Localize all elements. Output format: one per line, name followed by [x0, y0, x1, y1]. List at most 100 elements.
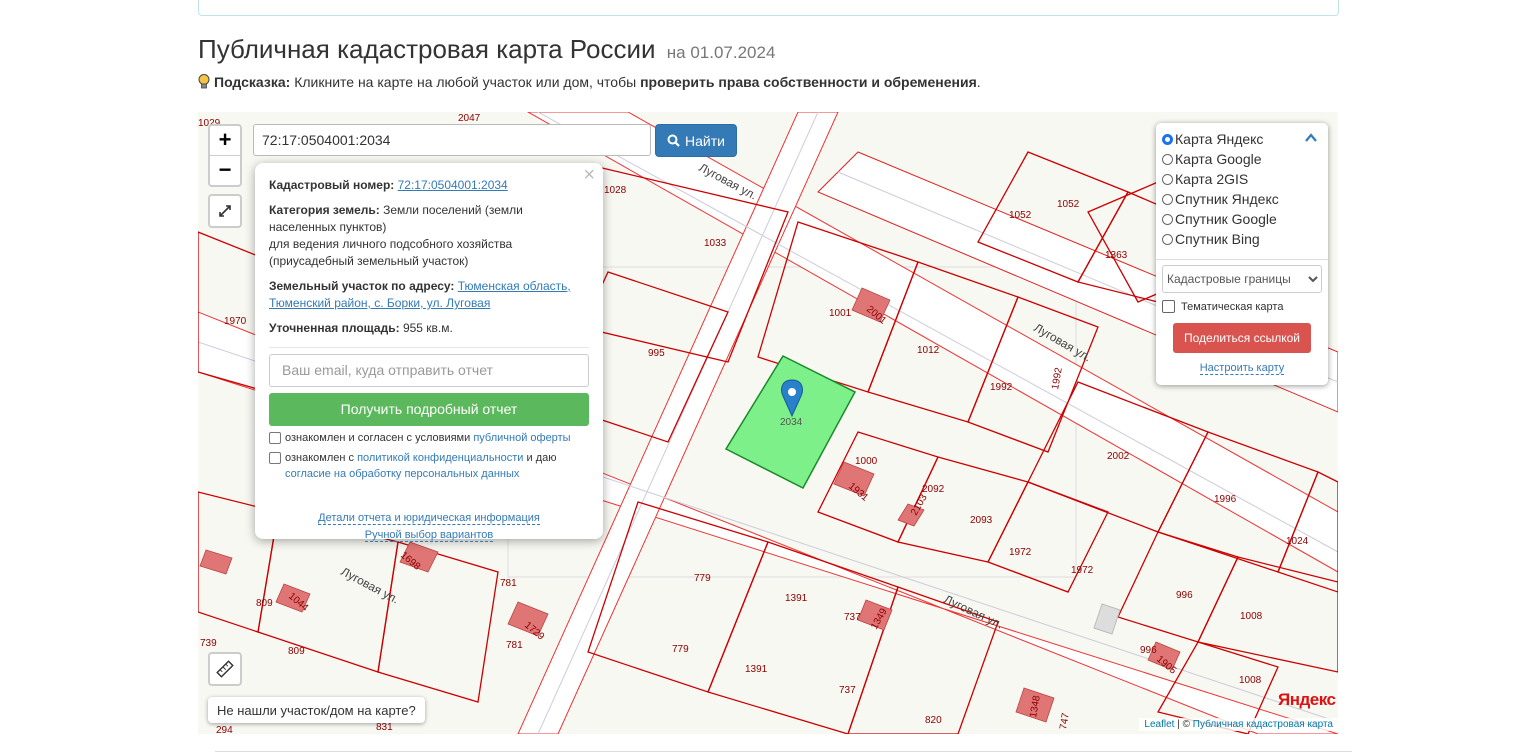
- top-info-box: [198, 0, 1339, 16]
- parcel-label: 1033: [704, 238, 727, 249]
- expand-icon: [219, 205, 231, 217]
- parcel-label: 809: [288, 646, 305, 657]
- parcel-label: 2092: [922, 484, 945, 495]
- parcel-label: 737: [844, 612, 861, 623]
- layer-label: Спутник Google: [1175, 211, 1277, 227]
- thematic-toggle[interactable]: Тематическая карта: [1162, 300, 1322, 313]
- source-link[interactable]: Публичная кадастровая карта: [1193, 719, 1333, 730]
- page-title-text: Публичная кадастровая карта России: [198, 34, 656, 64]
- not-found-button[interactable]: Не нашли участок/дом на карте?: [208, 697, 425, 723]
- footer-divider: [215, 751, 1352, 752]
- area-label: Уточненная площадь:: [269, 321, 400, 335]
- parcel-label: 831: [376, 722, 393, 733]
- parcel-label: 1024: [1286, 536, 1309, 547]
- measure-button[interactable]: [208, 652, 242, 686]
- ruler-icon: [216, 660, 234, 678]
- consent-link[interactable]: согласие на обработку персональных данны…: [285, 468, 519, 480]
- hint-label: Подсказка:: [214, 74, 291, 90]
- parcel-label: 1972: [1009, 547, 1032, 558]
- parcel-label: 1012: [917, 345, 940, 356]
- layer-option-yandex-map[interactable]: Карта Яндекс: [1162, 129, 1322, 149]
- layers-panel: Карта Яндекс Карта Google Карта 2GIS Спу…: [1156, 123, 1328, 385]
- setup: Настроить карту: [1162, 362, 1322, 375]
- parcel-label: 1008: [1240, 611, 1263, 622]
- privacy-checkbox[interactable]: [269, 452, 281, 464]
- get-report-button[interactable]: Получить подробный отчет: [269, 393, 589, 426]
- radio-icon: [1162, 233, 1173, 245]
- attribution-sep: | ©: [1174, 719, 1193, 730]
- search-input[interactable]: [253, 124, 651, 156]
- layer-option-bing-satellite[interactable]: Спутник Bing: [1162, 229, 1322, 249]
- privacy-agreement: ознакомлен с политикой конфиденциальност…: [269, 450, 589, 482]
- layer-option-yandex-satellite[interactable]: Спутник Яндекс: [1162, 189, 1322, 209]
- hint: Подсказка: Кликните на карте на любой уч…: [198, 74, 981, 90]
- zoom-out-button[interactable]: −: [210, 155, 240, 185]
- close-icon[interactable]: ×: [583, 165, 595, 185]
- privacy-text: ознакомлен с: [285, 452, 355, 464]
- radio-icon: [1162, 173, 1173, 185]
- offer-text: ознакомлен и согласен с условиями: [285, 432, 471, 444]
- parcel-label: 996: [1176, 590, 1193, 601]
- zoom-control: + −: [208, 124, 242, 187]
- search-button[interactable]: Найти: [655, 124, 737, 157]
- use-value: для ведения личного подсобного хозяйства…: [269, 237, 513, 268]
- privacy-mid: и даю: [526, 452, 557, 464]
- parcel-label: 2103: [909, 492, 930, 517]
- search-button-label: Найти: [685, 132, 725, 149]
- parcel-label: 1052: [1009, 210, 1032, 221]
- setup-map-link[interactable]: Настроить карту: [1199, 362, 1285, 375]
- parcel-label: 779: [672, 644, 689, 655]
- layer-label: Карта 2GIS: [1175, 171, 1249, 187]
- radio-icon: [1162, 193, 1173, 205]
- cadastral-map[interactable]: 2034 Луговая ул. Луговая ул. Луговая ул.…: [198, 112, 1338, 734]
- privacy-link[interactable]: политикой конфиденциальности: [357, 452, 523, 464]
- area-value: 955 кв.м.: [402, 321, 453, 335]
- parcel-popup: × Кадастровый номер: 72:17:0504001:2034 …: [255, 163, 603, 542]
- address: Земельный участок по адресу: Тюменская о…: [269, 278, 589, 312]
- parcel-label: 996: [1140, 645, 1157, 656]
- layer-option-google-satellite[interactable]: Спутник Google: [1162, 209, 1322, 229]
- parcel-label: 995: [648, 348, 665, 359]
- popup-links: Детали отчета и юридическая информация Р…: [269, 510, 589, 544]
- overlay-select[interactable]: Кадастровые границы: [1162, 265, 1322, 293]
- offer-checkbox[interactable]: [269, 432, 281, 444]
- cadastral-link[interactable]: 72:17:0504001:2034: [398, 178, 508, 192]
- zoom-in-button[interactable]: +: [210, 126, 240, 155]
- chevron-up-icon[interactable]: [1304, 131, 1318, 145]
- radio-icon: [1162, 213, 1173, 225]
- layer-option-2gis-map[interactable]: Карта 2GIS: [1162, 169, 1322, 189]
- layer-label: Карта Яндекс: [1175, 131, 1264, 147]
- leaflet-link[interactable]: Leaflet: [1144, 719, 1174, 730]
- parcel-label: 2047: [458, 113, 481, 124]
- fullscreen-button[interactable]: [208, 194, 242, 228]
- parcel-label: 1391: [785, 593, 808, 604]
- page-date: на 01.07.2024: [666, 43, 776, 62]
- layer-option-google-map[interactable]: Карта Google: [1162, 149, 1322, 169]
- layer-label: Спутник Bing: [1175, 231, 1260, 247]
- thematic-checkbox[interactable]: [1162, 300, 1175, 313]
- lightbulb-icon: [198, 74, 210, 89]
- offer-link[interactable]: публичной оферты: [473, 432, 570, 444]
- land-category: Категория земель: Земли поселений (земли…: [269, 202, 589, 270]
- parcel-label: 1000: [855, 456, 878, 467]
- share-link-button[interactable]: Поделиться ссылкой: [1173, 323, 1311, 353]
- attribution: Leaflet | © Публичная кадастровая карта: [1139, 718, 1338, 731]
- parcel-label: 1972: [1071, 565, 1094, 576]
- email-field[interactable]: Ваш email, куда отправить отчет: [269, 354, 589, 387]
- parcel-label: 1008: [1239, 675, 1262, 686]
- hint-strong: проверить права собственности и обремене…: [640, 74, 977, 90]
- hint-end: .: [976, 74, 981, 90]
- parcel-label: 1028: [604, 185, 627, 196]
- parcel-label: 779: [694, 573, 711, 584]
- cadastral-label: Кадастровый номер:: [269, 178, 395, 192]
- parcel-label: 2002: [1107, 451, 1130, 462]
- details-link[interactable]: Детали отчета и юридическая информация: [318, 512, 540, 525]
- parcel-label: 1391: [745, 664, 768, 675]
- page-title: Публичная кадастровая карта России на 01…: [198, 34, 775, 65]
- parcel-label: 2093: [970, 515, 993, 526]
- manual-select-link[interactable]: Ручной выбор вариантов: [364, 529, 494, 542]
- parcel-label: 1052: [1057, 199, 1080, 210]
- parcel-label: 739: [200, 638, 217, 649]
- parcel-label: 1970: [224, 316, 247, 327]
- parcel-label: 781: [500, 578, 517, 589]
